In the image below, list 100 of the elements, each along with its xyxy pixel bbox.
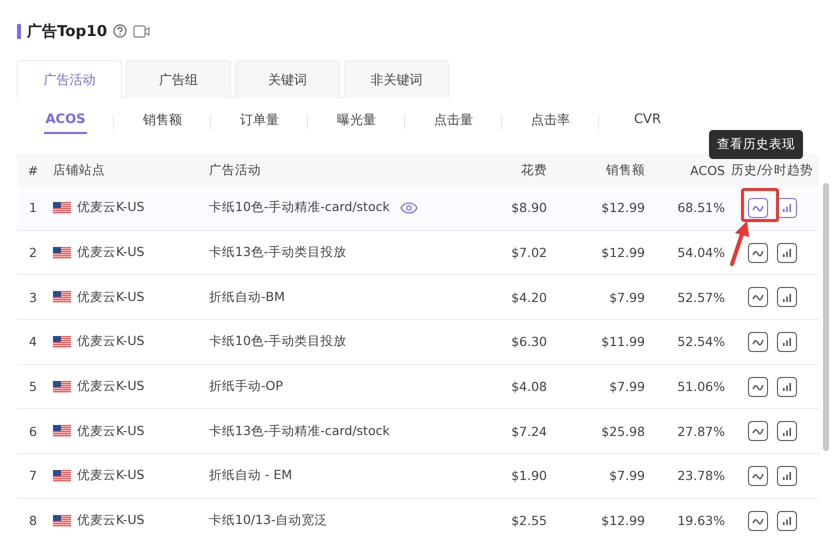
- column-header: ACOS: [689, 162, 725, 178]
- spend-cell-text: $1.90: [510, 468, 547, 484]
- trend-line-icon: [752, 427, 764, 436]
- bar-chart-icon: [782, 337, 792, 346]
- spend-cell-text: $4.08: [510, 379, 547, 394]
- sales-cell-text: $12.99: [600, 245, 645, 260]
- bar-chart-button[interactable]: [777, 466, 797, 486]
- bar-chart-button[interactable]: [777, 510, 797, 531]
- acos-cell-text: 52.57%: [676, 290, 725, 305]
- spend-cell-text: $6.30: [510, 334, 547, 350]
- acos-cell-text: 27.87%: [676, 424, 725, 439]
- help-icon[interactable]: [113, 24, 128, 38]
- store-name: 优麦云K-US: [77, 288, 144, 306]
- store-name: 优麦云K-US: [77, 467, 144, 484]
- bar-chart-icon: [782, 203, 792, 212]
- bar-chart-button[interactable]: [777, 421, 797, 442]
- us-flag-icon: [53, 202, 71, 214]
- bar-chart-icon: [782, 426, 792, 436]
- trend-chart-button[interactable]: [748, 332, 768, 352]
- trend-chart-button[interactable]: [748, 287, 768, 308]
- trend-chart-button[interactable]: [748, 198, 768, 218]
- trend-line-icon: [752, 293, 764, 302]
- campaign-name: 卡纸10色-手动精准-card/stock: [209, 199, 390, 216]
- column-header: 历史/分时趋势: [730, 162, 814, 178]
- campaign-name: 折纸手动-OP: [209, 378, 283, 396]
- store-name: 优麦云K-US: [77, 244, 144, 262]
- campaign-name: 折纸自动 - EM: [209, 467, 292, 484]
- trend-line-icon: [752, 382, 764, 391]
- sales-cell-text: $25.98: [600, 424, 645, 439]
- trend-chart-button[interactable]: [748, 376, 768, 397]
- sales-cell-text: $12.99: [600, 200, 645, 216]
- us-flag-icon: [53, 425, 71, 438]
- us-flag-icon: [53, 291, 71, 304]
- bar-chart-icon: [782, 248, 792, 258]
- annotation-arrow: [728, 220, 752, 266]
- tab[interactable]: 广告组: [126, 60, 231, 98]
- sales-cell-text: $12.99: [600, 513, 645, 528]
- bar-chart-button[interactable]: [777, 376, 797, 397]
- store-name: 优麦云K-US: [77, 512, 144, 530]
- row-number: 2: [28, 245, 38, 260]
- spend-cell-text: $8.90: [510, 200, 547, 216]
- us-flag-icon: [53, 380, 71, 393]
- sales-cell-text: $7.99: [608, 290, 645, 305]
- tab[interactable]: 广告活动: [17, 60, 122, 98]
- bar-chart-button[interactable]: [777, 198, 797, 218]
- acos-cell-text: 51.06%: [676, 379, 725, 394]
- video-icon[interactable]: [133, 24, 152, 38]
- spend-cell-text: $7.02: [510, 245, 547, 260]
- bar-chart-button[interactable]: [777, 332, 797, 352]
- row-number: 7: [28, 468, 38, 484]
- trend-line-icon: [752, 338, 764, 346]
- row-number: 4: [28, 334, 38, 350]
- row-number: 3: [28, 290, 38, 305]
- section-title: 广告Top10: [27, 22, 108, 40]
- trend-chart-button[interactable]: [748, 242, 768, 263]
- tab[interactable]: 关键词: [235, 60, 340, 98]
- acos-cell-text: 54.04%: [676, 245, 725, 260]
- metric-tab[interactable]: ACOS: [44, 108, 86, 134]
- metric-tab[interactable]: 点击量: [433, 106, 474, 136]
- store-name: 优麦云K-US: [77, 422, 144, 440]
- spend-cell-text: $2.55: [510, 513, 547, 528]
- trend-line-icon: [752, 472, 764, 480]
- campaign-name: 卡纸13色-手动精准-card/stock: [209, 422, 390, 440]
- trend-chart-button[interactable]: [748, 510, 768, 531]
- sales-cell-text: $11.99: [600, 334, 645, 350]
- column-header: 花费: [520, 162, 547, 178]
- us-flag-icon: [53, 336, 71, 348]
- metric-tab[interactable]: 曝光量: [336, 106, 377, 136]
- bar-chart-button[interactable]: [777, 287, 797, 308]
- us-flag-icon: [53, 514, 71, 527]
- eye-icon[interactable]: [400, 202, 418, 214]
- column-header: 店铺站点: [52, 162, 106, 178]
- spend-cell-text: $4.20: [510, 290, 547, 305]
- trend-chart-button[interactable]: [748, 421, 768, 442]
- tab[interactable]: 非关键词: [344, 60, 449, 98]
- highlight-frame: [741, 188, 779, 222]
- row-number: 8: [28, 513, 38, 528]
- bar-chart-icon: [782, 382, 792, 392]
- spend-cell-text: $7.24: [510, 424, 547, 439]
- column-header: 广告活动: [209, 162, 262, 178]
- row-number: 1: [28, 200, 38, 216]
- row-number: 6: [28, 424, 38, 439]
- us-flag-icon: [53, 470, 71, 482]
- sales-cell-text: $7.99: [608, 468, 645, 484]
- metric-tab[interactable]: 销售额: [142, 106, 183, 136]
- store-name: 优麦云K-US: [77, 333, 144, 350]
- trend-line-icon: [752, 248, 764, 257]
- metric-tab[interactable]: 点击率: [530, 106, 571, 136]
- acos-cell-text: 23.78%: [676, 468, 725, 484]
- trend-chart-button[interactable]: [748, 466, 768, 486]
- scrollbar[interactable]: [823, 183, 829, 451]
- row-number: 5: [28, 379, 38, 394]
- bar-chart-button[interactable]: [777, 242, 797, 263]
- column-header: 销售额: [605, 162, 645, 178]
- metric-tab[interactable]: CVR: [632, 108, 662, 134]
- campaign-name: 卡纸10/13-自动宽泛: [209, 512, 328, 530]
- trend-line-icon: [752, 204, 764, 212]
- campaign-name: 卡纸10色-手动类目投放: [209, 333, 346, 350]
- acos-cell-text: 68.51%: [676, 200, 725, 216]
- metric-tab[interactable]: 订单量: [239, 106, 280, 136]
